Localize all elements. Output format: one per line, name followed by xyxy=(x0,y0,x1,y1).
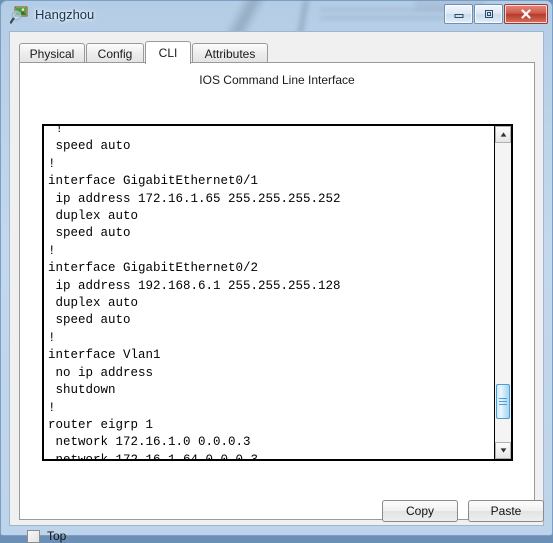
window-title: Hangzhou xyxy=(35,7,95,22)
copy-button[interactable]: Copy xyxy=(382,500,458,522)
close-icon xyxy=(505,5,547,23)
thumb-grip xyxy=(499,398,507,399)
tab-label: CLI xyxy=(158,46,178,60)
scroll-up-arrow-icon[interactable] xyxy=(495,126,511,143)
minimize-icon xyxy=(445,5,472,23)
tab-cli[interactable]: CLI xyxy=(145,41,191,64)
paste-button[interactable]: Paste xyxy=(468,500,544,522)
scrollbar-thumb[interactable] xyxy=(496,384,510,419)
top-checkbox-row[interactable]: Top xyxy=(27,529,66,543)
maximize-icon xyxy=(475,5,502,23)
top-checkbox[interactable] xyxy=(27,529,40,543)
console-text: ! speed auto ! interface GigabitEthernet… xyxy=(48,124,341,461)
thumb-grip xyxy=(499,404,507,405)
copy-button-label: Copy xyxy=(405,504,434,518)
tab-attributes[interactable]: Attributes xyxy=(192,43,268,63)
maximize-button[interactable] xyxy=(474,4,503,24)
scrollbar-track[interactable] xyxy=(495,143,511,442)
console-output-area[interactable]: ! speed auto ! interface GigabitEthernet… xyxy=(42,124,513,461)
client-area: Physical Config CLI Attributes IOS Comma… xyxy=(9,31,544,543)
tab-physical[interactable]: Physical xyxy=(19,43,85,63)
paste-button-label: Paste xyxy=(490,504,522,518)
scroll-down-arrow-icon[interactable] xyxy=(495,442,511,459)
packet-tracer-magnifier-icon xyxy=(9,6,29,25)
tab-strip: Physical Config CLI Attributes xyxy=(19,41,535,64)
tab-label: Physical xyxy=(29,46,75,61)
top-checkbox-label: Top xyxy=(47,529,67,543)
tab-label: Config xyxy=(97,46,133,61)
cli-window: Hangzhou Physical Config CLI Attributes … xyxy=(0,0,553,543)
panel-title: IOS Command Line Interface xyxy=(199,73,355,87)
console-vertical-scrollbar[interactable] xyxy=(494,126,511,459)
close-button[interactable] xyxy=(504,4,548,24)
cli-tab-panel: IOS Command Line Interface ! speed auto … xyxy=(19,62,544,522)
title-bar[interactable]: Hangzhou xyxy=(1,1,552,31)
tab-label: Attributes xyxy=(204,46,256,61)
minimize-button[interactable] xyxy=(444,4,473,24)
thumb-grip xyxy=(499,401,507,402)
tab-config[interactable]: Config xyxy=(86,43,144,63)
